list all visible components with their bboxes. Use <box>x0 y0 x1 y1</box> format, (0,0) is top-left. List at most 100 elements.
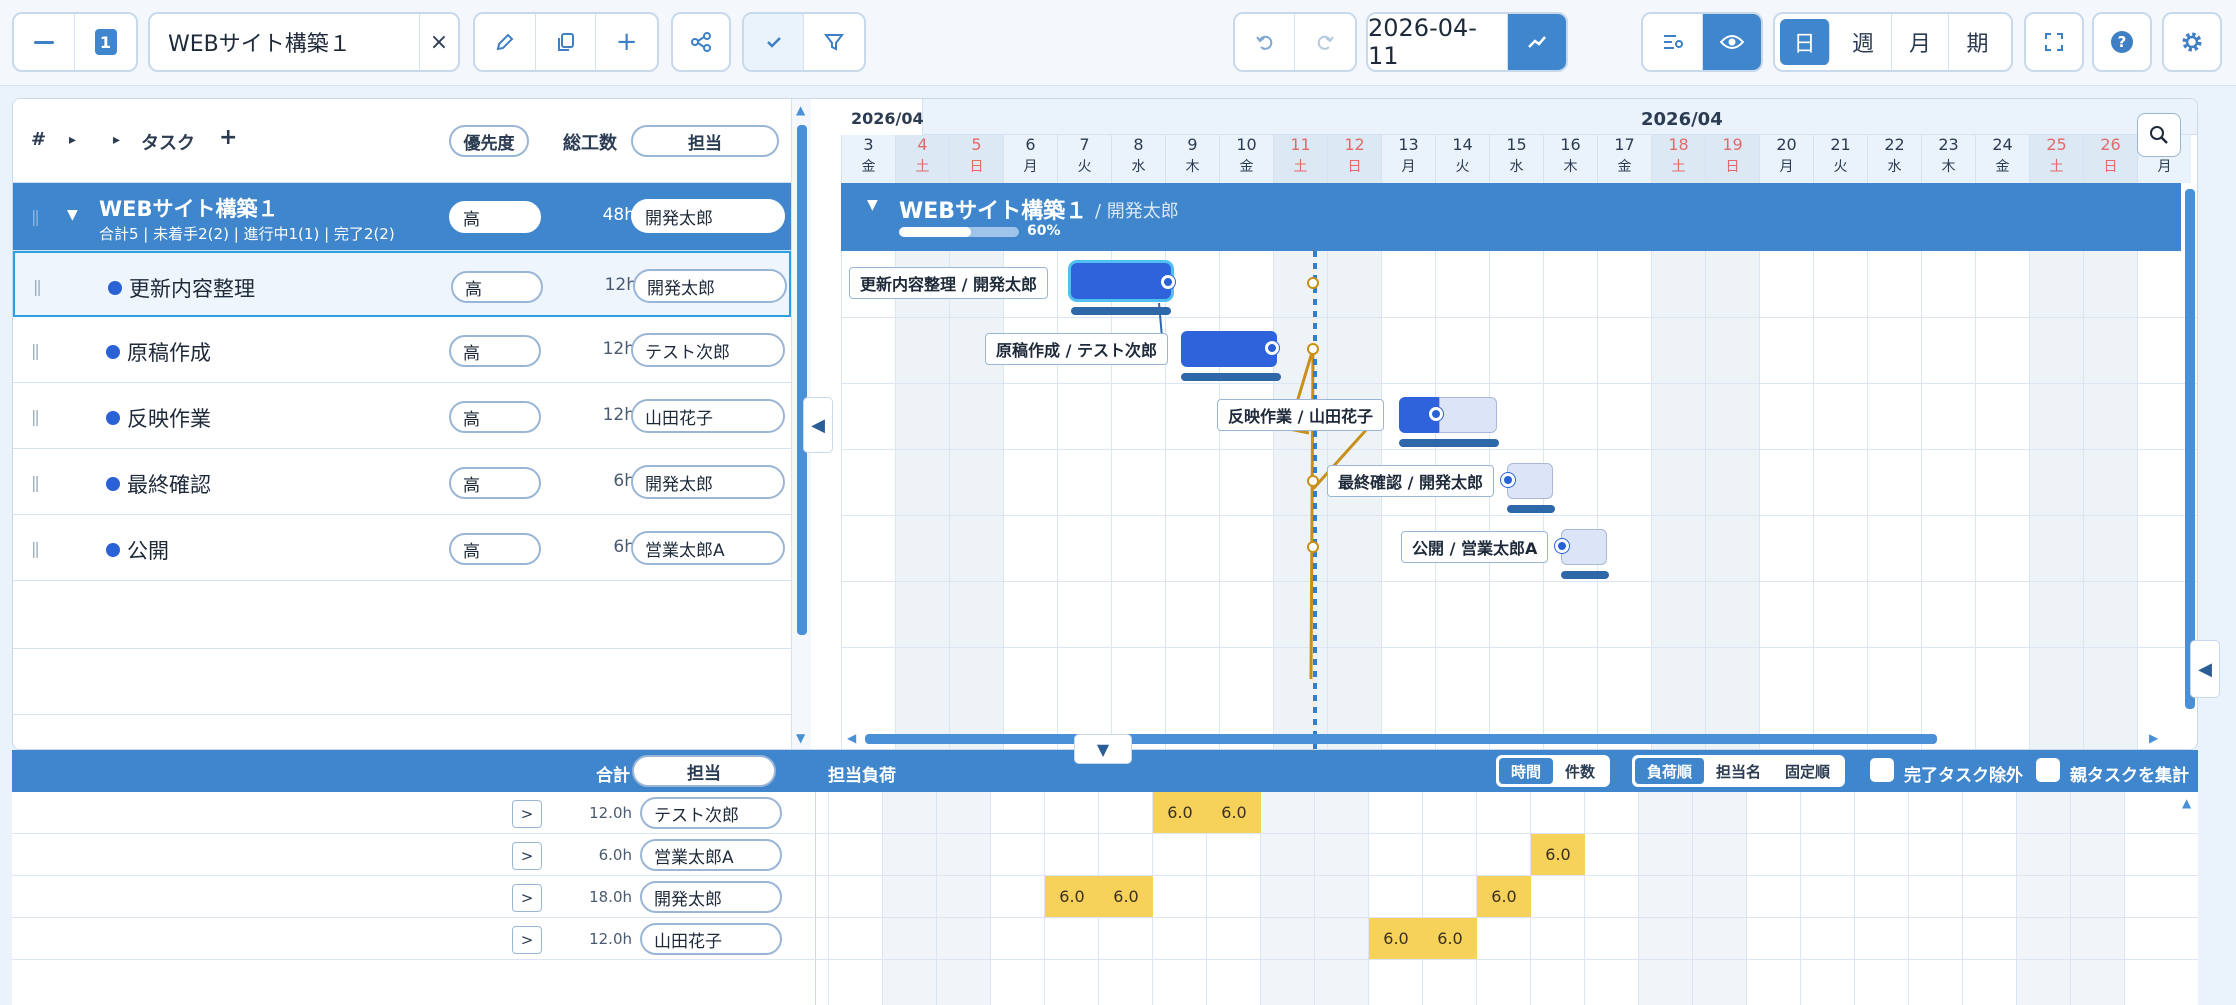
assignee-select[interactable]: 開発太郎 <box>633 269 787 303</box>
visibility-button[interactable] <box>1703 14 1761 70</box>
unit-count[interactable]: 件数 <box>1553 758 1607 784</box>
drag-handle-icon[interactable]: || <box>33 277 42 296</box>
expand-row-button[interactable]: > <box>512 926 542 954</box>
priority-select[interactable]: 高 <box>449 467 541 499</box>
load-assignee-name[interactable]: 山田花子 <box>640 923 782 955</box>
task-row[interactable]: || 最終確認 高 6h 開発太郎 <box>13 449 791 515</box>
expand-row-button[interactable]: > <box>512 884 542 912</box>
expand-row-button[interactable]: > <box>512 842 542 870</box>
gantt-bar-task-1[interactable] <box>1071 263 1171 299</box>
bar-link-handle[interactable] <box>1501 473 1515 487</box>
priority-select[interactable]: 高 <box>449 335 541 367</box>
parent-task-row[interactable]: || ▼ WEBサイト構築１ 合計5 | 未着手2(2) | 進行中1(1) |… <box>13 183 791 251</box>
view-week[interactable]: 週 <box>1835 14 1892 70</box>
col-priority[interactable]: 優先度 <box>449 125 529 157</box>
edit-button[interactable] <box>475 14 536 70</box>
gantt-vscroll-thumb[interactable] <box>2185 189 2195 709</box>
fullscreen-button[interactable] <box>2026 14 2082 70</box>
load-cell[interactable]: 6.0 <box>1153 792 1207 833</box>
sort-load[interactable]: 負荷順 <box>1635 758 1705 784</box>
task-name[interactable]: 反映作業 <box>127 403 211 433</box>
side-panel-toggle[interactable]: ◀ <box>2190 640 2220 698</box>
column-settings-button[interactable] <box>1643 14 1703 70</box>
filter-button[interactable] <box>804 14 864 70</box>
bottom-panel-toggle[interactable]: ▼ <box>1074 734 1132 764</box>
zoom-search-button[interactable] <box>2137 113 2181 157</box>
view-month[interactable]: 月 <box>1892 14 1949 70</box>
scroll-down-icon[interactable]: ▼ <box>796 731 805 745</box>
assignee-select[interactable]: 開発太郎 <box>631 199 785 233</box>
expand-level-icon[interactable]: ▸ <box>113 132 120 148</box>
priority-select[interactable]: 高 <box>451 271 543 303</box>
redo-button[interactable] <box>1295 14 1355 70</box>
drag-handle-icon[interactable]: || <box>31 207 40 226</box>
view-quarter[interactable]: 期 <box>1949 14 2006 70</box>
copy-button[interactable] <box>536 14 597 70</box>
aggregate-parent-checkbox[interactable] <box>2036 758 2060 782</box>
load-cell[interactable]: 6.0 <box>1099 876 1153 917</box>
drag-handle-icon[interactable]: || <box>31 539 40 558</box>
priority-select[interactable]: 高 <box>449 401 541 433</box>
priority-select[interactable]: 高 <box>449 533 541 565</box>
expand-all-icon[interactable]: ▸ <box>69 132 76 148</box>
task-row[interactable]: || 反映作業 高 12h 山田花子 <box>13 383 791 449</box>
add-column-icon[interactable]: + <box>219 125 237 150</box>
bar-link-handle[interactable] <box>1429 407 1443 421</box>
share-button[interactable] <box>673 14 729 70</box>
collapse-parent-icon[interactable]: ▼ <box>67 207 78 223</box>
date-field[interactable]: 2026-04-11 <box>1368 14 1508 70</box>
load-cell[interactable]: 6.0 <box>1045 876 1099 917</box>
undo-button[interactable] <box>1235 14 1295 70</box>
sort-fixed[interactable]: 固定順 <box>1773 758 1842 784</box>
task-name[interactable]: 原稿作成 <box>127 337 211 367</box>
assignee-select[interactable]: 開発太郎 <box>631 465 785 499</box>
drag-handle-icon[interactable]: || <box>31 407 40 426</box>
level-button[interactable]: 1 <box>75 14 136 70</box>
load-assignee-pill[interactable]: 担当 <box>632 755 776 787</box>
bar-link-handle[interactable] <box>1161 275 1175 289</box>
task-name[interactable]: 更新内容整理 <box>129 273 255 303</box>
scroll-right-icon[interactable]: ▶ <box>2149 731 2158 745</box>
bar-link-handle[interactable] <box>1555 539 1569 553</box>
task-name[interactable]: 公開 <box>127 535 169 565</box>
settings-button[interactable] <box>2164 14 2220 70</box>
gantt-hscroll-thumb[interactable] <box>865 734 1937 744</box>
assignee-select[interactable]: 営業太郎A <box>631 531 785 565</box>
sort-name[interactable]: 担当名 <box>1704 758 1773 784</box>
check-toggle[interactable] <box>744 14 804 70</box>
project-name-field[interactable]: WEBサイト構築１ <box>150 14 420 70</box>
col-assignee[interactable]: 担当 <box>631 125 779 157</box>
collapse-grid-button[interactable]: ◀ <box>803 397 833 453</box>
clear-icon[interactable]: × <box>420 14 458 70</box>
assignee-select[interactable]: 山田花子 <box>631 399 785 433</box>
load-cell[interactable]: 6.0 <box>1477 876 1531 917</box>
task-name[interactable]: 最終確認 <box>127 469 211 499</box>
assignee-select[interactable]: テスト次郎 <box>631 333 785 367</box>
task-row[interactable]: || 公開 高 6h 営業太郎A <box>13 515 791 581</box>
drag-handle-icon[interactable]: || <box>31 341 40 360</box>
bar-link-handle[interactable] <box>1265 341 1279 355</box>
priority-select[interactable]: 高 <box>449 201 541 233</box>
gantt-bar-task-2[interactable] <box>1181 331 1277 367</box>
scroll-up-icon[interactable]: ▲ <box>796 103 805 117</box>
today-button[interactable] <box>1508 14 1566 70</box>
drag-handle-icon[interactable]: || <box>31 473 40 492</box>
load-cell[interactable]: 6.0 <box>1369 918 1423 959</box>
view-day[interactable]: 日 <box>1780 19 1830 65</box>
grid-scrollbar-thumb[interactable] <box>797 125 807 635</box>
exclude-done-checkbox[interactable] <box>1870 758 1894 782</box>
load-assignee-name[interactable]: 開発太郎 <box>640 881 782 913</box>
unit-hours[interactable]: 時間 <box>1499 758 1554 784</box>
load-assignee-name[interactable]: テスト次郎 <box>640 797 782 829</box>
help-button[interactable]: ? <box>2094 14 2150 70</box>
task-row[interactable]: || 原稿作成 高 12h テスト次郎 <box>13 317 791 383</box>
scroll-up-icon[interactable]: ▲ <box>2182 796 2191 810</box>
scroll-left-icon[interactable]: ◀ <box>847 731 856 745</box>
add-task-button[interactable]: + <box>596 14 657 70</box>
load-cell[interactable]: 6.0 <box>1423 918 1477 959</box>
task-row[interactable]: || 更新内容整理 高 12h 開発太郎 <box>13 251 791 317</box>
gantt-bar-task-3-remaining[interactable] <box>1439 397 1497 433</box>
load-cell[interactable]: 6.0 <box>1531 834 1585 875</box>
load-cell[interactable]: 6.0 <box>1207 792 1261 833</box>
collapse-button[interactable] <box>14 14 76 70</box>
